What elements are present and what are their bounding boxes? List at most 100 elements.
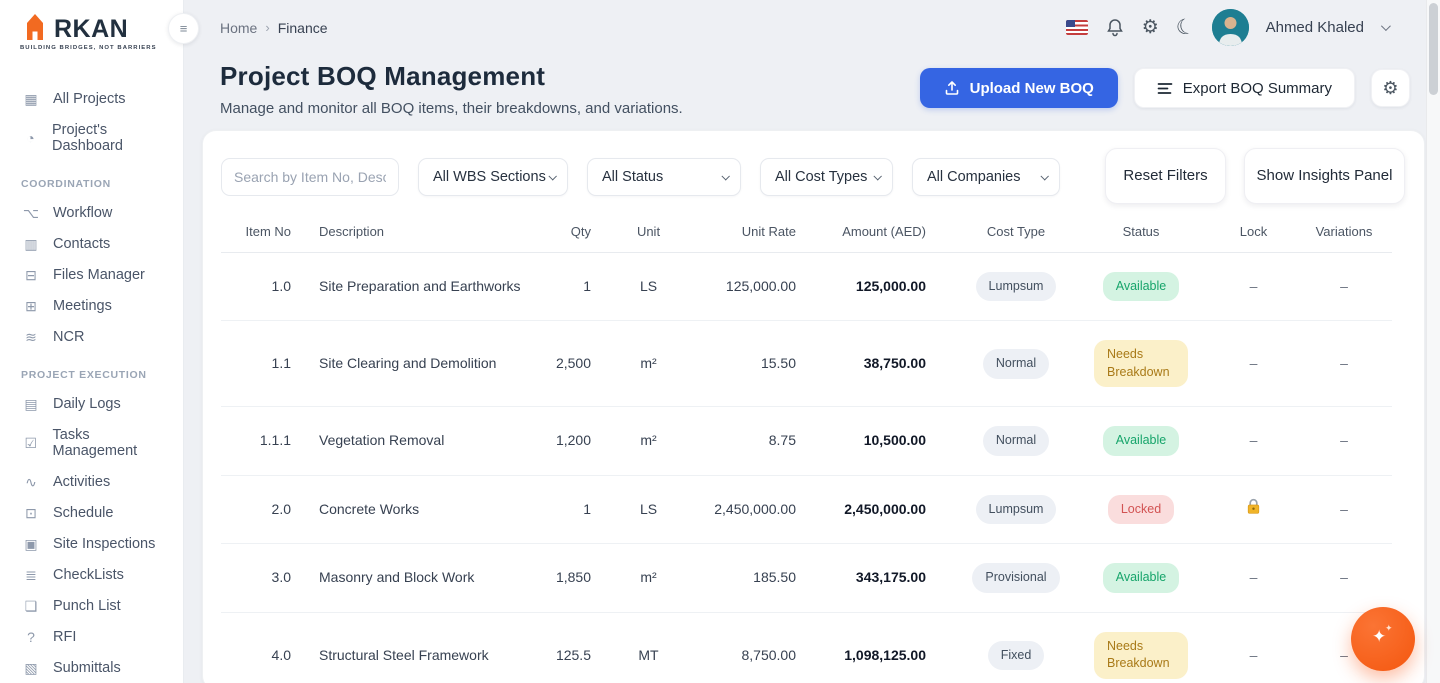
col-item-no: Item No: [221, 222, 291, 252]
cell-cost-type: Lumpsum: [961, 475, 1071, 544]
sidebar-item-checklists[interactable]: ≣ CheckLists: [0, 559, 183, 590]
cell-item-no: 1.0: [221, 252, 291, 321]
cell-unit: LS: [611, 475, 686, 544]
tasks-icon: ☑: [22, 436, 40, 450]
scrollbar-thumb[interactable]: [1429, 3, 1438, 95]
sidebar-item-ncr[interactable]: ≋ NCR: [0, 321, 183, 352]
ai-assistant-fab[interactable]: ✦ ✦: [1351, 607, 1415, 671]
cell-unit-rate: 8.75: [686, 407, 821, 476]
user-name[interactable]: Ahmed Khaled: [1266, 19, 1364, 36]
language-flag-icon[interactable]: [1066, 20, 1088, 35]
upload-new-boq-button[interactable]: Upload New BOQ: [920, 68, 1118, 108]
cell-unit-rate: 185.50: [686, 544, 821, 613]
table-row[interactable]: 1.1 Site Clearing and Demolition 2,500 m…: [221, 321, 1392, 407]
submittals-icon: ▧: [22, 661, 40, 675]
col-variations: Variations: [1296, 222, 1392, 252]
col-unit: Unit: [611, 222, 686, 252]
sparkle-icon: ✦: [1385, 623, 1393, 634]
table-header-row: Item No Description Qty Unit Unit Rate A…: [221, 222, 1392, 252]
settings-gear-icon[interactable]: ⚙: [1142, 18, 1159, 37]
cell-item-no: 1.1.1: [221, 407, 291, 476]
sidebar-item-punch-list[interactable]: ❏ Punch List: [0, 590, 183, 621]
sidebar-item-tasks-management[interactable]: ☑ Tasks Management: [0, 419, 183, 466]
sidebar: RKAN BUILDING BRIDGES, NOT BARRIERS ▦ Al…: [0, 0, 184, 683]
sidebar-item-all-projects[interactable]: ▦ All Projects: [0, 83, 183, 114]
cell-description: Site Clearing and Demolition: [291, 321, 521, 407]
boq-settings-gear-icon[interactable]: ⚙: [1371, 69, 1410, 107]
sidebar-item-contacts[interactable]: ▥ Contacts: [0, 228, 183, 259]
files-icon: ⊟: [22, 268, 40, 282]
show-insights-panel-button[interactable]: Show Insights Panel: [1244, 148, 1405, 204]
brand-name: RKAN: [54, 17, 128, 42]
sidebar-item-submittals[interactable]: ▧ Submittals: [0, 652, 183, 683]
sidebar-item-schedule[interactable]: ⊡ Schedule: [0, 497, 183, 528]
sidebar-item-rfi[interactable]: ? RFI: [0, 621, 183, 652]
cell-lock: –: [1211, 544, 1296, 613]
dark-mode-moon-icon[interactable]: ☾: [1174, 15, 1197, 40]
upload-icon: [944, 80, 960, 96]
col-amount: Amount (AED): [821, 222, 961, 252]
status-badge: Locked: [1108, 495, 1174, 525]
cell-qty: 125.5: [521, 612, 611, 683]
sidebar-nav: ▦ All Projects ◔ Project's Dashboard COO…: [0, 83, 183, 683]
sidebar-item-files-manager[interactable]: ⊟ Files Manager: [0, 259, 183, 290]
export-boq-summary-button[interactable]: Export BOQ Summary: [1134, 68, 1355, 108]
breadcrumb-home[interactable]: Home: [220, 20, 257, 36]
activities-icon: ∿: [22, 475, 40, 489]
punch-list-icon: ❏: [22, 599, 40, 613]
col-lock: Lock: [1211, 222, 1296, 252]
chevron-down-icon[interactable]: [1381, 21, 1391, 31]
cell-unit-rate: 15.50: [686, 321, 821, 407]
table-row[interactable]: 1.1.1 Vegetation Removal 1,200 m² 8.75 1…: [221, 407, 1392, 476]
status-badge: Available: [1103, 426, 1180, 456]
ncr-icon: ≋: [22, 330, 40, 344]
cell-unit: m²: [611, 321, 686, 407]
cost-types-dropdown[interactable]: All Cost Types: [760, 158, 893, 196]
status-dropdown[interactable]: All Status: [587, 158, 741, 196]
sidebar-toggle-button[interactable]: ≡: [168, 13, 199, 44]
scrollbar-track[interactable]: [1426, 0, 1440, 683]
companies-dropdown[interactable]: All Companies: [912, 158, 1060, 196]
table-row[interactable]: 3.0 Masonry and Block Work 1,850 m² 185.…: [221, 544, 1392, 613]
wbs-sections-dropdown[interactable]: All WBS Sections: [418, 158, 568, 196]
user-avatar[interactable]: [1212, 9, 1249, 46]
status-badge: Available: [1103, 563, 1180, 593]
cell-unit: LS: [611, 252, 686, 321]
cell-status: Available: [1071, 544, 1211, 613]
notifications-bell-icon[interactable]: [1105, 17, 1125, 38]
breadcrumb-current[interactable]: Finance: [278, 20, 328, 36]
col-unit-rate: Unit Rate: [686, 222, 821, 252]
table-row[interactable]: 1.0 Site Preparation and Earthworks 1 LS…: [221, 252, 1392, 321]
sidebar-item-activities[interactable]: ∿ Activities: [0, 466, 183, 497]
cell-amount: 1,098,125.00: [821, 612, 961, 683]
cell-item-no: 2.0: [221, 475, 291, 544]
sidebar-item-projects-dashboard[interactable]: ◔ Project's Dashboard: [0, 114, 183, 161]
cell-amount: 2,450,000.00: [821, 475, 961, 544]
cost-type-badge: Lumpsum: [976, 272, 1057, 302]
sidebar-item-site-inspections[interactable]: ▣ Site Inspections: [0, 528, 183, 559]
search-input[interactable]: [221, 158, 399, 196]
cost-type-badge: Normal: [983, 426, 1049, 456]
reset-filters-button[interactable]: Reset Filters: [1105, 148, 1226, 204]
table-row[interactable]: 4.0 Structural Steel Framework 125.5 MT …: [221, 612, 1392, 683]
cell-qty: 1,200: [521, 407, 611, 476]
cell-status: Available: [1071, 407, 1211, 476]
cell-variations: –: [1296, 407, 1392, 476]
sidebar-item-daily-logs[interactable]: ▤ Daily Logs: [0, 388, 183, 419]
rfi-icon: ?: [22, 630, 40, 644]
sidebar-section-label: COORDINATION: [21, 178, 183, 190]
cell-status: Locked: [1071, 475, 1211, 544]
chevron-down-icon: [548, 172, 556, 180]
cell-variations: –: [1296, 252, 1392, 321]
workflow-icon: ⌥: [22, 206, 40, 220]
arkan-house-icon: [20, 12, 50, 42]
sidebar-item-meetings[interactable]: ⊞ Meetings: [0, 290, 183, 321]
sidebar-item-workflow[interactable]: ⌥ Workflow: [0, 197, 183, 228]
cell-unit: m²: [611, 407, 686, 476]
cell-qty: 2,500: [521, 321, 611, 407]
cell-cost-type: Normal: [961, 407, 1071, 476]
table-row[interactable]: 2.0 Concrete Works 1 LS 2,450,000.00 2,4…: [221, 475, 1392, 544]
status-badge: Needs Breakdown: [1094, 632, 1188, 679]
page-header: Project BOQ Management Manage and monito…: [184, 55, 1440, 117]
cell-description: Concrete Works: [291, 475, 521, 544]
